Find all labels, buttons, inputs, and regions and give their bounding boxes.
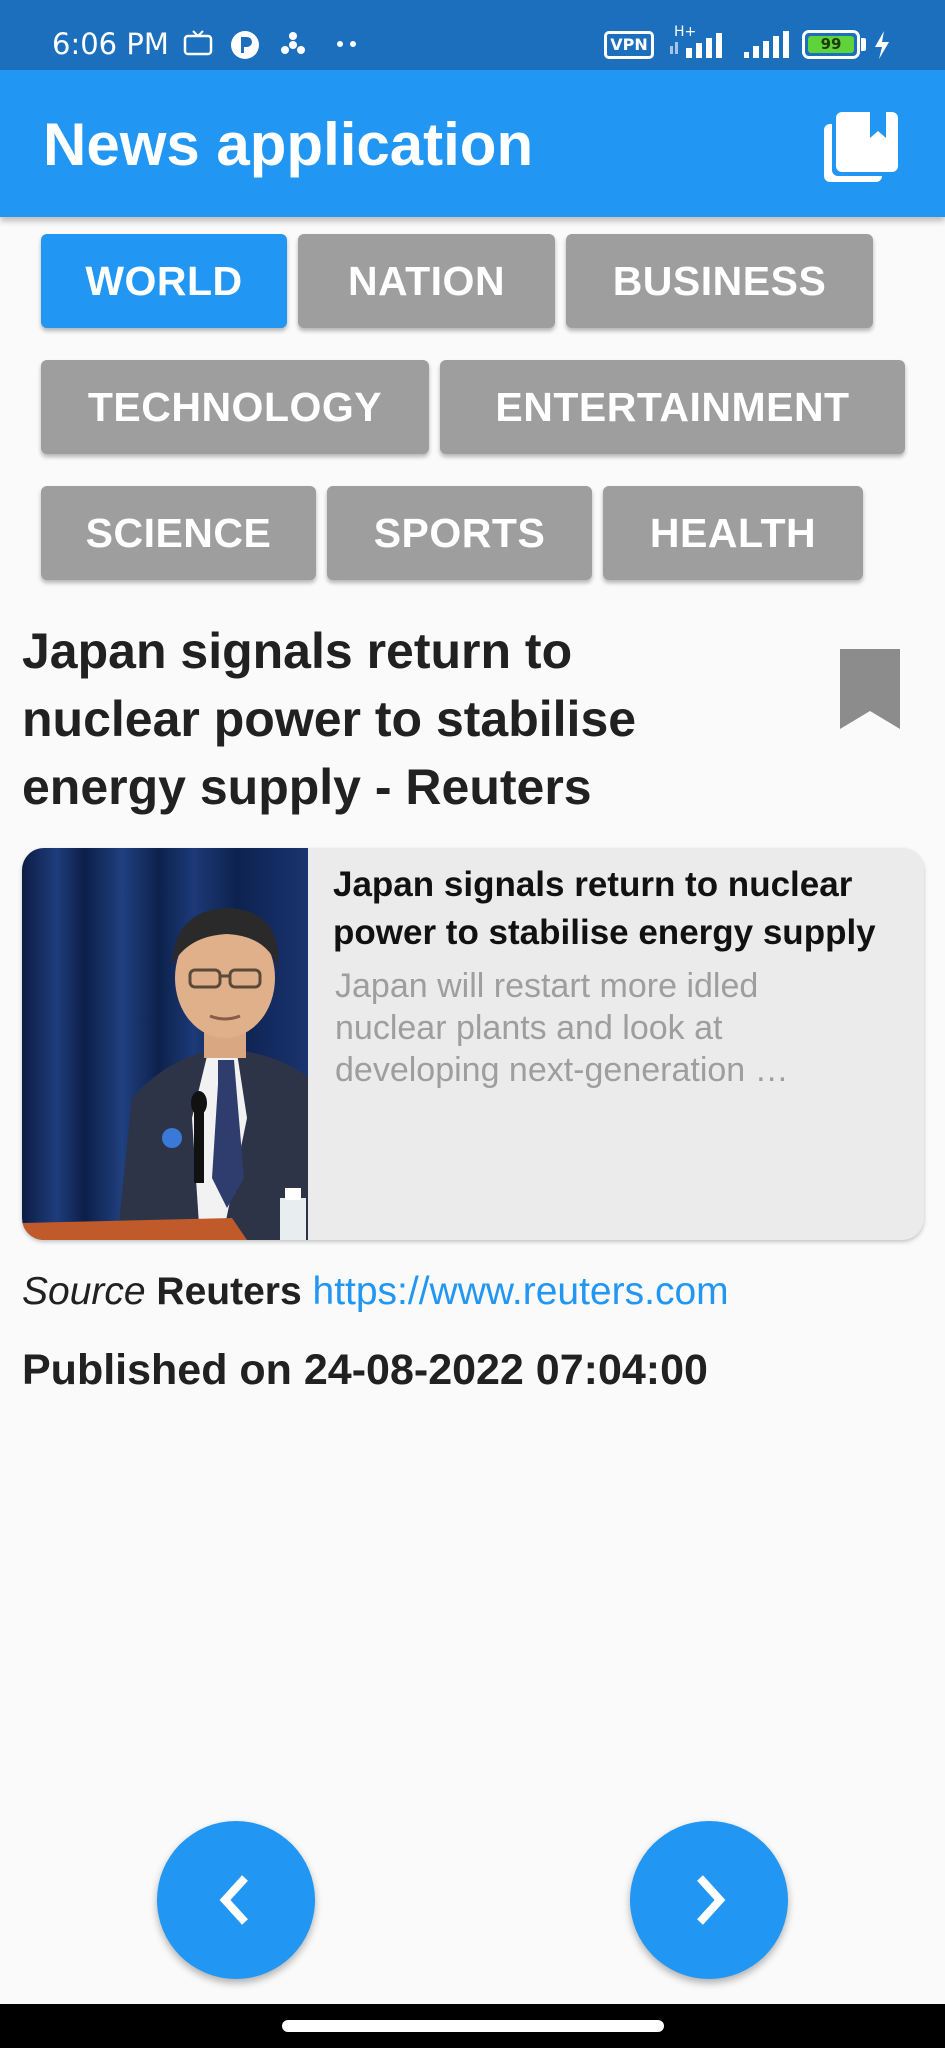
chip-business[interactable]: BUSINESS — [566, 234, 873, 328]
charging-icon — [875, 31, 889, 59]
chip-technology[interactable]: TECHNOLOGY — [41, 360, 429, 454]
source-label: Source — [22, 1270, 146, 1313]
fan-icon — [281, 32, 305, 54]
chip-entertainment[interactable]: ENTERTAINMENT — [440, 360, 905, 454]
bookmarks-icon[interactable] — [820, 108, 900, 188]
published-date: Published on 24-08-2022 07:04:00 — [22, 1346, 708, 1394]
card-description: Japan will restart more idled nuclear pl… — [335, 967, 789, 1089]
article-preview-card[interactable]: Japan signals return to nuclear power to… — [22, 848, 924, 1240]
bookmark-icon[interactable] — [838, 647, 902, 731]
next-button[interactable] — [630, 1821, 788, 1979]
source-line: Source Reuters https://www.reuters.com — [22, 1268, 729, 1316]
battery-level: 99 — [808, 36, 854, 53]
more-dots-icon — [337, 41, 356, 47]
chevron-right-icon — [697, 1875, 726, 1925]
app-title: News application — [43, 111, 534, 178]
chevron-left-icon — [219, 1875, 248, 1925]
chip-health[interactable]: HEALTH — [603, 486, 863, 580]
source-name: Reuters — [156, 1270, 302, 1313]
p-icon — [231, 31, 259, 59]
signal-icon — [744, 31, 789, 58]
chip-science[interactable]: SCIENCE — [41, 486, 316, 580]
chip-world[interactable]: WORLD — [41, 234, 287, 328]
article-image — [22, 848, 308, 1240]
status-bar: 6:06 PM VPN H+ 99 — [0, 0, 945, 70]
status-time: 6:06 PM — [52, 27, 169, 61]
signal-icon — [670, 33, 722, 58]
battery-tip — [861, 38, 866, 51]
home-indicator[interactable] — [282, 2020, 664, 2032]
app-bar: News application — [0, 70, 945, 217]
battery-indicator: 99 — [802, 30, 860, 59]
previous-button[interactable] — [157, 1821, 315, 1979]
chip-sports[interactable]: SPORTS — [327, 486, 592, 580]
tv-icon — [183, 30, 213, 56]
article-headline: Japan signals return to nuclear power to… — [22, 623, 637, 815]
vpn-badge: VPN — [604, 31, 654, 59]
card-title: Japan signals return to nuclear power to… — [333, 865, 876, 952]
chip-nation[interactable]: NATION — [298, 234, 555, 328]
source-link[interactable]: https://www.reuters.com — [313, 1270, 729, 1313]
